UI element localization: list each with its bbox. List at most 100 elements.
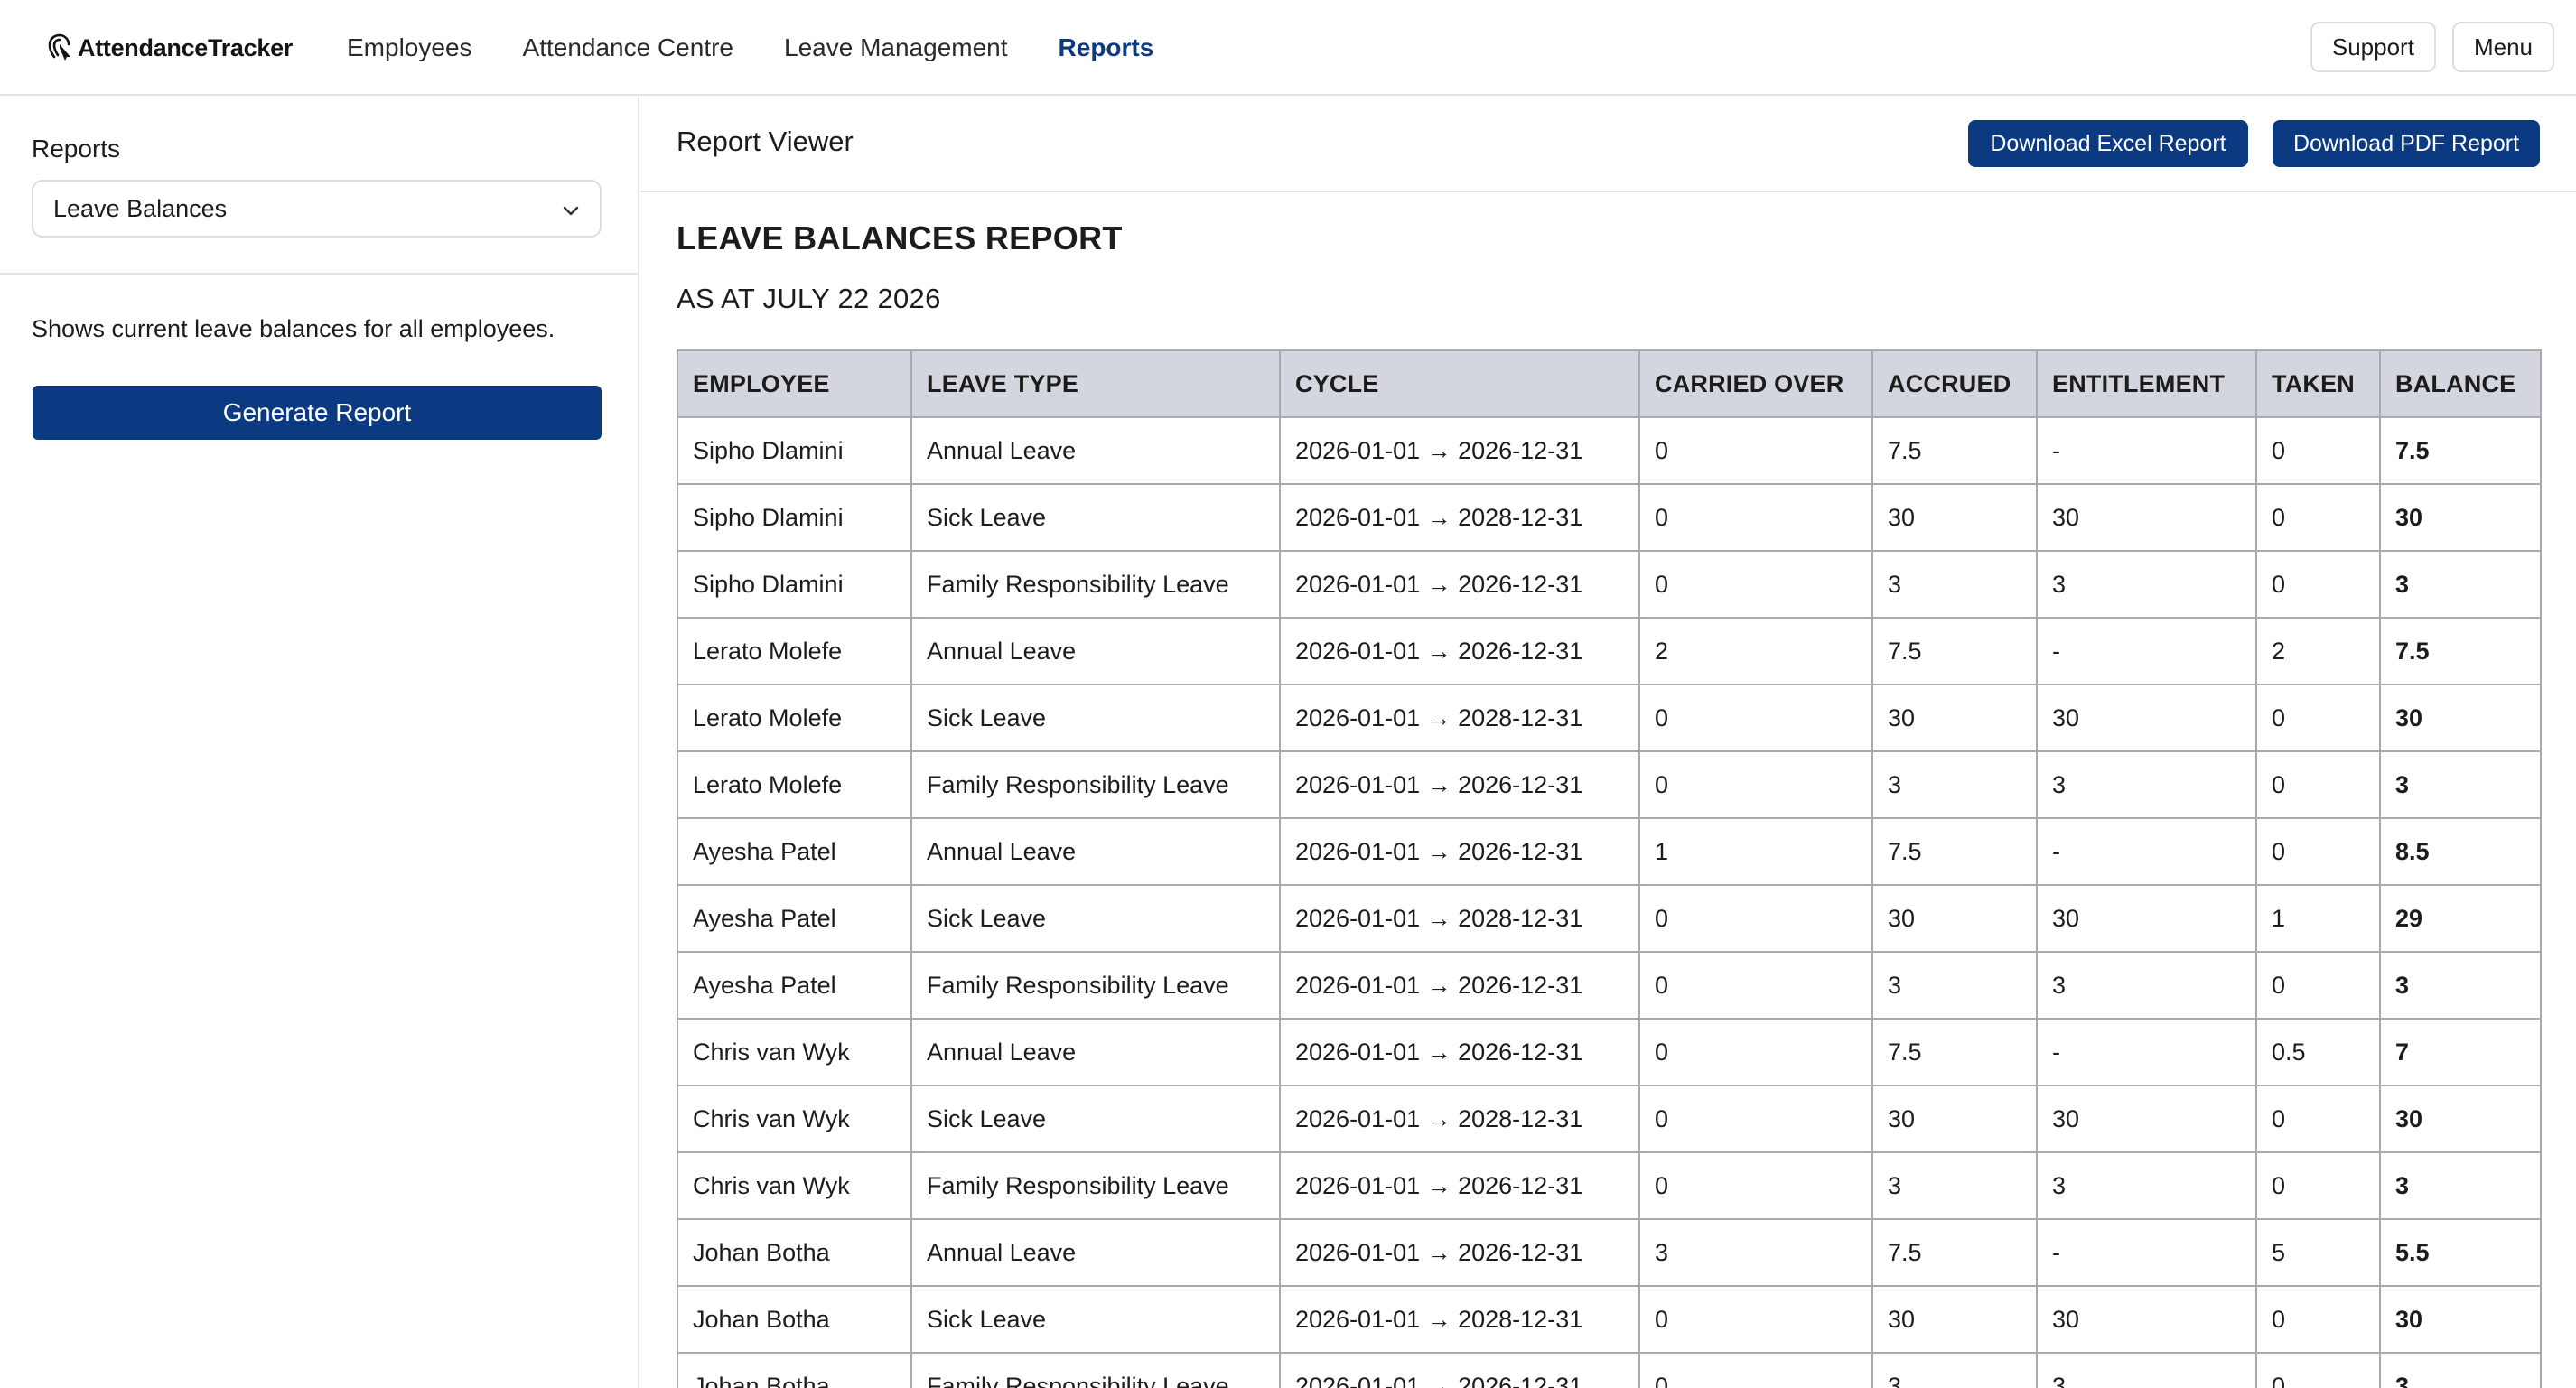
table-cell: 0 — [1638, 1285, 1873, 1354]
table-cell: Annual Leave — [910, 1218, 1281, 1287]
table-cell: - — [2036, 1018, 2257, 1086]
table-cell: 30 — [2036, 1285, 2257, 1354]
menu-button[interactable]: Menu — [2451, 22, 2554, 72]
column-header: CARRIED OVER — [1638, 349, 1873, 418]
table-cell: Annual Leave — [910, 817, 1281, 886]
table-cell: 0 — [1638, 684, 1873, 752]
table-cell: 7.5 — [1871, 1218, 2038, 1287]
table-cell: - — [2036, 416, 2257, 485]
table-cell: 3 — [1871, 951, 2038, 1020]
nav-attendance-centre[interactable]: Attendance Centre — [523, 33, 734, 62]
table-cell: 0 — [1638, 1352, 1873, 1388]
support-button[interactable]: Support — [2310, 22, 2436, 72]
table-cell: Chris van Wyk — [677, 1018, 912, 1086]
table-cell: - — [2036, 617, 2257, 685]
table-row: Sipho Dlamini Annual Leave 2026-01-01 → 20… — [677, 416, 2542, 485]
table-row: Chris van Wyk Annual Leave 2026-01-01 → 20… — [677, 1018, 2542, 1086]
reports-label: Reports — [32, 135, 121, 163]
table-row: Johan Botha Sick Leave 2026-01-01 → 2028-1… — [677, 1285, 2542, 1354]
table-cell: 2026-01-01 → 2026-12-31 — [1279, 550, 1640, 619]
table-cell: 3 — [1871, 550, 2038, 619]
table-cell: 7.5 — [1871, 817, 2038, 886]
brand-logo[interactable]: AttendanceTracker — [47, 30, 293, 66]
table-cell: 2026-01-01 → 2028-12-31 — [1279, 1085, 1640, 1153]
table-cell: 2026-01-01 → 2028-12-31 — [1279, 884, 1640, 953]
table-cell: 7.5 — [2379, 416, 2542, 485]
table-cell: 2026-01-01 → 2026-12-31 — [1279, 817, 1640, 886]
leave-balances-table: EMPLOYEE LEAVE TYPE CYCLE CARRIED OVER A… — [677, 349, 2542, 1388]
table-cell: Annual Leave — [910, 1018, 1281, 1086]
table-cell: 2026-01-01 → 2026-12-31 — [1279, 1218, 1640, 1287]
table-row: Ayesha Patel Annual Leave 2026-01-01 → 202… — [677, 817, 2542, 886]
table-cell: 3 — [1871, 1151, 2038, 1220]
table-cell: 1 — [2255, 884, 2381, 953]
table-cell: 0 — [2255, 483, 2381, 552]
table-cell: 0 — [1638, 483, 1873, 552]
nav-leave-management[interactable]: Leave Management — [784, 33, 1008, 62]
generate-report-button[interactable]: Generate Report — [33, 386, 602, 440]
table-row: Lerato Molefe Sick Leave 2026-01-01 → 2028… — [677, 684, 2542, 752]
column-header: ENTITLEMENT — [2036, 349, 2257, 418]
table-cell: 7.5 — [1871, 1018, 2038, 1086]
report-viewer-title: Report Viewer — [677, 126, 854, 157]
table-cell: 2026-01-01 → 2028-12-31 — [1279, 684, 1640, 752]
column-header: TAKEN — [2255, 349, 2381, 418]
table-cell: 2026-01-01 → 2026-12-31 — [1279, 750, 1640, 819]
table-cell: 7.5 — [1871, 416, 2038, 485]
table-cell: Family Responsibility Leave — [910, 1151, 1281, 1220]
table-body: Sipho Dlamini Annual Leave 2026-01-01 → 20… — [677, 416, 2542, 1388]
table-cell: 30 — [1871, 684, 2038, 752]
table-cell: Johan Botha — [677, 1285, 912, 1354]
main-nav: Employees Attendance Centre Leave Manage… — [347, 27, 1204, 69]
table-cell: 0 — [1638, 750, 1873, 819]
table-cell: 0 — [2255, 1352, 2381, 1388]
table-cell: 3 — [2379, 750, 2542, 819]
table-cell: 0 — [2255, 684, 2381, 752]
brand-name: AttendanceTracker — [78, 33, 294, 61]
table-cell: 0 — [2255, 550, 2381, 619]
table-cell: Johan Botha — [677, 1352, 912, 1388]
table-cell: Family Responsibility Leave — [910, 750, 1281, 819]
report-title: LEAVE BALANCES REPORT — [677, 219, 1123, 256]
table-cell: 0 — [2255, 416, 2381, 485]
table-cell: Sipho Dlamini — [677, 550, 912, 619]
table-cell: 3 — [2036, 550, 2257, 619]
report-subtitle: AS AT JULY 22 2026 — [677, 283, 941, 314]
nav-reports[interactable]: Reports — [1059, 33, 1154, 62]
table-cell: 7.5 — [2379, 617, 2542, 685]
table-cell: 29 — [2379, 884, 2542, 953]
table-cell: 1 — [1638, 817, 1873, 886]
table-row: Lerato Molefe Family Responsibility Leave… — [677, 750, 2542, 819]
table-cell: 0 — [2255, 817, 2381, 886]
top-navigation-bar: AttendanceTracker Employees Attendance C… — [0, 0, 2576, 96]
table-cell: 0 — [1638, 884, 1873, 953]
table-cell: 0 — [2255, 951, 2381, 1020]
table-cell: 30 — [2036, 684, 2257, 752]
table-row: Lerato Molefe Annual Leave 2026-01-01 → 20… — [677, 617, 2542, 685]
table-cell: Family Responsibility Leave — [910, 550, 1281, 619]
table-cell: 8.5 — [2379, 817, 2542, 886]
table-row: Chris van Wyk Family Responsibility Leave… — [677, 1151, 2542, 1220]
column-header: BALANCE — [2379, 349, 2542, 418]
report-type-select[interactable]: Leave Balances — [32, 180, 602, 238]
table-cell: Lerato Molefe — [677, 750, 912, 819]
table-cell: 0.5 — [2255, 1018, 2381, 1086]
report-type-value: Leave Balances — [53, 194, 228, 222]
download-pdf-button[interactable]: Download PDF Report — [2273, 120, 2540, 167]
table-cell: Ayesha Patel — [677, 884, 912, 953]
table-row: Sipho Dlamini Family Responsibility Leave… — [677, 550, 2542, 619]
table-cell: 30 — [2379, 684, 2542, 752]
table-cell: Family Responsibility Leave — [910, 1352, 1281, 1388]
table-cell: Sipho Dlamini — [677, 416, 912, 485]
table-cell: Johan Botha — [677, 1218, 912, 1287]
table-cell: 3 — [1638, 1218, 1873, 1287]
table-row: Chris van Wyk Sick Leave 2026-01-01 → 2028… — [677, 1085, 2542, 1153]
table-cell: Sick Leave — [910, 684, 1281, 752]
table-cell: 2 — [2255, 617, 2381, 685]
table-cell: 30 — [1871, 884, 2038, 953]
table-cell: 0 — [1638, 416, 1873, 485]
nav-employees[interactable]: Employees — [347, 33, 472, 62]
download-excel-button[interactable]: Download Excel Report — [1968, 120, 2248, 167]
table-cell: 2 — [1638, 617, 1873, 685]
table-cell: Ayesha Patel — [677, 817, 912, 886]
